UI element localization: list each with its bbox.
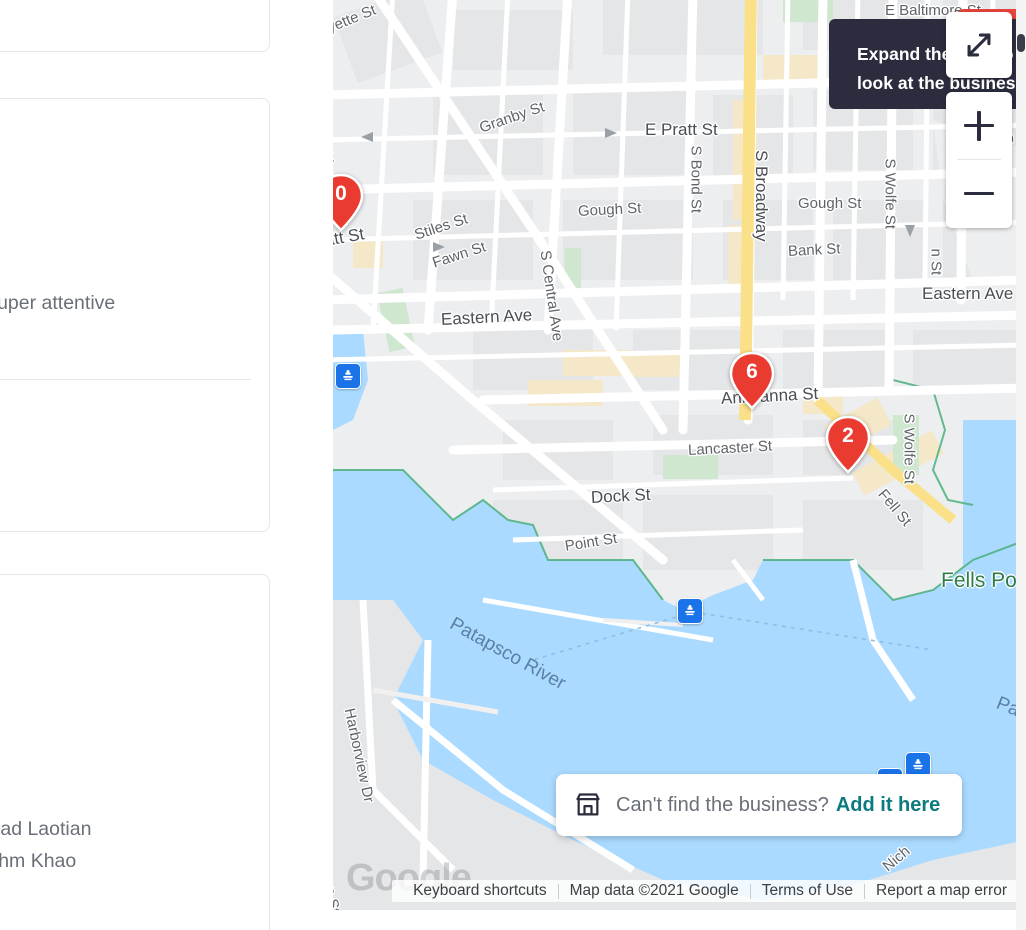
review-text: f is super attentive — [0, 292, 116, 314]
plus-icon-vertical — [977, 110, 981, 141]
minus-icon — [964, 191, 994, 196]
add-business-banner[interactable]: Can't find the business? Add it here — [556, 774, 963, 836]
add-business-link[interactable]: Add it here — [836, 794, 940, 817]
review-text: ver had Laotian e Nahm Khao — [0, 818, 92, 872]
map-view[interactable]: yette St Granby St E Pratt St S Bond St S Br… — [333, 0, 1026, 910]
map-bottom-strip — [333, 910, 1026, 930]
map-data-copyright: Map data ©2021 Google — [569, 882, 739, 899]
map-attribution: Keyboard shortcuts Map data ©2021 Google… — [392, 880, 1026, 902]
storefront-icon — [574, 791, 602, 819]
expand-arrows-icon — [967, 33, 991, 57]
expand-map-button[interactable] — [946, 12, 1012, 78]
report-map-error-link[interactable]: Report a map error — [865, 882, 1018, 900]
keyboard-shortcuts-link[interactable]: Keyboard shortcuts — [402, 882, 558, 900]
add-business-prompt: Can't find the business? — [616, 793, 829, 816]
review-card[interactable]: ver had Laotian e Nahm Khao — [0, 574, 270, 930]
ferry-icon[interactable] — [335, 363, 361, 389]
zoom-in-button[interactable] — [946, 92, 1012, 159]
map-marker[interactable]: 0 — [333, 173, 364, 232]
pin-shape — [729, 351, 775, 410]
pin-shape — [333, 173, 364, 232]
card-divider — [0, 379, 251, 380]
scrollbar-thumb[interactable] — [1017, 34, 1025, 52]
zoom-out-button[interactable] — [946, 160, 1012, 227]
map-panel-screen: f is super attentive ver had Laotian e N… — [0, 0, 1026, 930]
review-card[interactable]: f is super attentive — [0, 98, 270, 532]
reviews-sidebar: f is super attentive ver had Laotian e N… — [0, 0, 333, 930]
review-card[interactable] — [0, 0, 270, 52]
terms-of-use-link[interactable]: Terms of Use — [751, 882, 864, 900]
pin-shape — [825, 415, 871, 474]
page-scrollbar[interactable] — [1016, 0, 1026, 930]
map-marker[interactable]: 2 — [825, 415, 871, 474]
map-marker[interactable]: 6 — [729, 351, 775, 410]
ferry-icon[interactable] — [677, 598, 703, 624]
zoom-controls[interactable] — [946, 92, 1012, 228]
